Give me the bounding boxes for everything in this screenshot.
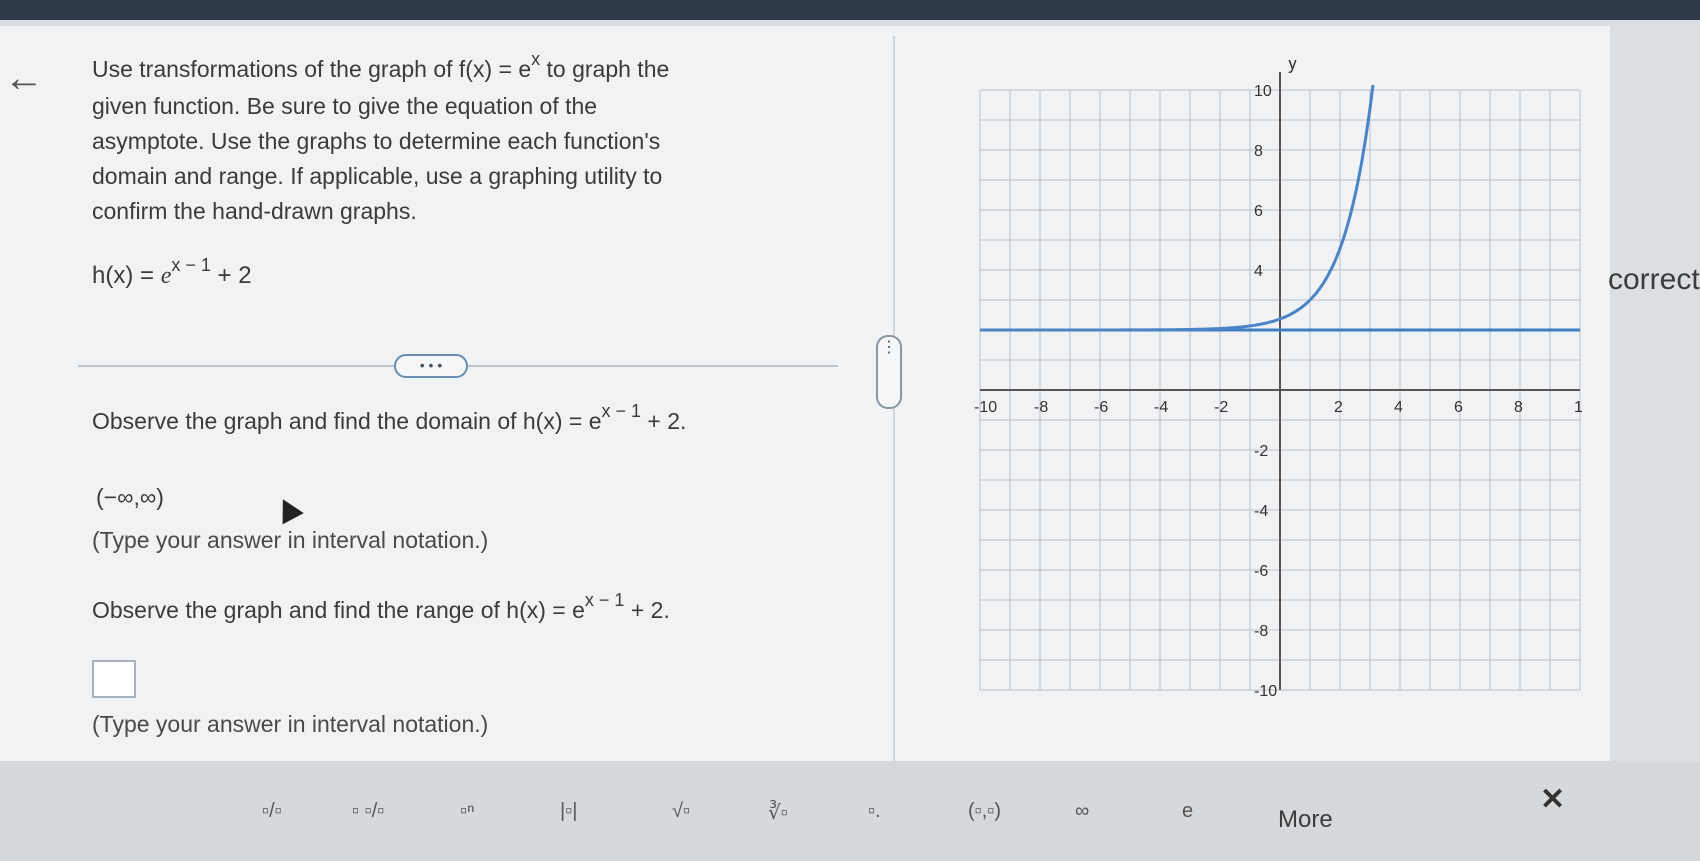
- x-tick-label: -6: [1094, 399, 1108, 416]
- x-tick-label: -10: [974, 399, 997, 416]
- x-tick-label: 2: [1334, 399, 1343, 416]
- domain-hint: (Type your answer in interval notation.): [92, 527, 489, 553]
- range-answer-input[interactable]: [92, 660, 136, 698]
- toolbar-item[interactable]: ▫/▫: [262, 800, 282, 823]
- function-graph: y -10 -8 -6 -4 -2 2 4 6 8 1 10 8 6 4 -2 -4 -6 -8 -10: [974, 60, 1583, 700]
- range-prompt-end: + 2.: [624, 597, 670, 623]
- y-tick-labels: 10 8 6 4 -2 -4 -6 -8 -10: [1254, 83, 1277, 700]
- expand-steps-button[interactable]: • • •: [394, 354, 468, 378]
- domain-prompt-sup: x − 1: [601, 401, 642, 421]
- x-tick-label: 8: [1514, 399, 1523, 416]
- range-prompt-text: Observe the graph and find the range of …: [92, 597, 585, 623]
- back-arrow-icon[interactable]: ←: [4, 56, 44, 101]
- domain-answer[interactable]: (−∞,∞): [96, 484, 164, 511]
- question-line3: asymptote. Use the graphs to determine e…: [92, 128, 661, 154]
- question-line5: confirm the hand-drawn graphs.: [92, 198, 417, 224]
- function-exponent: x − 1: [171, 255, 211, 275]
- question-line4: domain and range. If applicable, use a g…: [92, 163, 663, 189]
- x-tick-label: 4: [1394, 399, 1403, 416]
- x-tick-labels: -10 -8 -6 -4 -2 2 4 6 8 1: [974, 399, 1583, 416]
- x-tick-label: -8: [1034, 399, 1048, 416]
- toolbar-item[interactable]: ▫ ▫/▫: [352, 800, 384, 823]
- y-axis-label: y: [1288, 60, 1297, 73]
- question-line1-end: to graph the: [540, 56, 670, 82]
- x-tick-label: 1: [1574, 399, 1583, 416]
- toolbar-item[interactable]: ∛▫: [768, 800, 788, 825]
- x-tick-label: 6: [1454, 399, 1463, 416]
- side-status-text: correct:: [1608, 263, 1700, 296]
- given-function: h(x) = ex − 1 + 2: [92, 255, 252, 290]
- pane-resize-handle[interactable]: ⋮: [876, 335, 902, 409]
- toolbar-item[interactable]: ∞: [1075, 800, 1089, 823]
- y-tick-label: -6: [1254, 563, 1268, 580]
- y-tick-label: 10: [1254, 83, 1272, 100]
- domain-prompt-text: Observe the graph and find the domain of…: [92, 408, 602, 434]
- toolbar-item[interactable]: ▫ⁿ: [460, 800, 474, 823]
- math-toolbar: [0, 761, 1700, 861]
- x-tick-label: -4: [1154, 399, 1168, 416]
- toolbar-item[interactable]: |▫|: [560, 800, 577, 823]
- toolbar-item[interactable]: ▫.: [868, 800, 881, 823]
- y-tick-label: -4: [1254, 503, 1268, 520]
- x-tick-label: -2: [1214, 399, 1228, 416]
- range-prompt-sup: x − 1: [584, 590, 625, 610]
- top-bar: [0, 0, 1700, 20]
- question-line1-sup: x: [531, 49, 541, 69]
- domain-prompt-end: + 2.: [641, 408, 687, 434]
- range-hint: (Type your answer in interval notation.): [92, 711, 489, 737]
- question-text: Use transformations of the graph of f(x)…: [92, 49, 852, 229]
- question-line1: Use transformations of the graph of f(x)…: [92, 56, 532, 82]
- domain-prompt: Observe the graph and find the domain of…: [92, 401, 687, 435]
- y-tick-label: 4: [1254, 263, 1263, 280]
- function-curve: [980, 84, 1375, 332]
- y-tick-label: -10: [1254, 683, 1277, 700]
- y-tick-label: 6: [1254, 203, 1263, 220]
- y-tick-label: 8: [1254, 143, 1263, 160]
- close-icon[interactable]: ✕: [1540, 782, 1565, 817]
- more-button[interactable]: More: [1278, 806, 1333, 834]
- function-rest: + 2: [210, 262, 252, 289]
- toolbar-item[interactable]: (▫,▫): [968, 800, 1001, 823]
- range-prompt: Observe the graph and find the range of …: [92, 590, 670, 624]
- right-edge-panel: [1610, 26, 1700, 761]
- y-tick-label: -2: [1254, 443, 1268, 460]
- toolbar-item[interactable]: e: [1182, 800, 1193, 823]
- question-line2: given function. Be sure to give the equa…: [92, 93, 598, 119]
- function-base: e: [160, 263, 172, 289]
- toolbar-item[interactable]: √▫: [672, 800, 690, 823]
- y-tick-label: -8: [1254, 623, 1268, 640]
- function-lhs: h(x) =: [92, 262, 161, 289]
